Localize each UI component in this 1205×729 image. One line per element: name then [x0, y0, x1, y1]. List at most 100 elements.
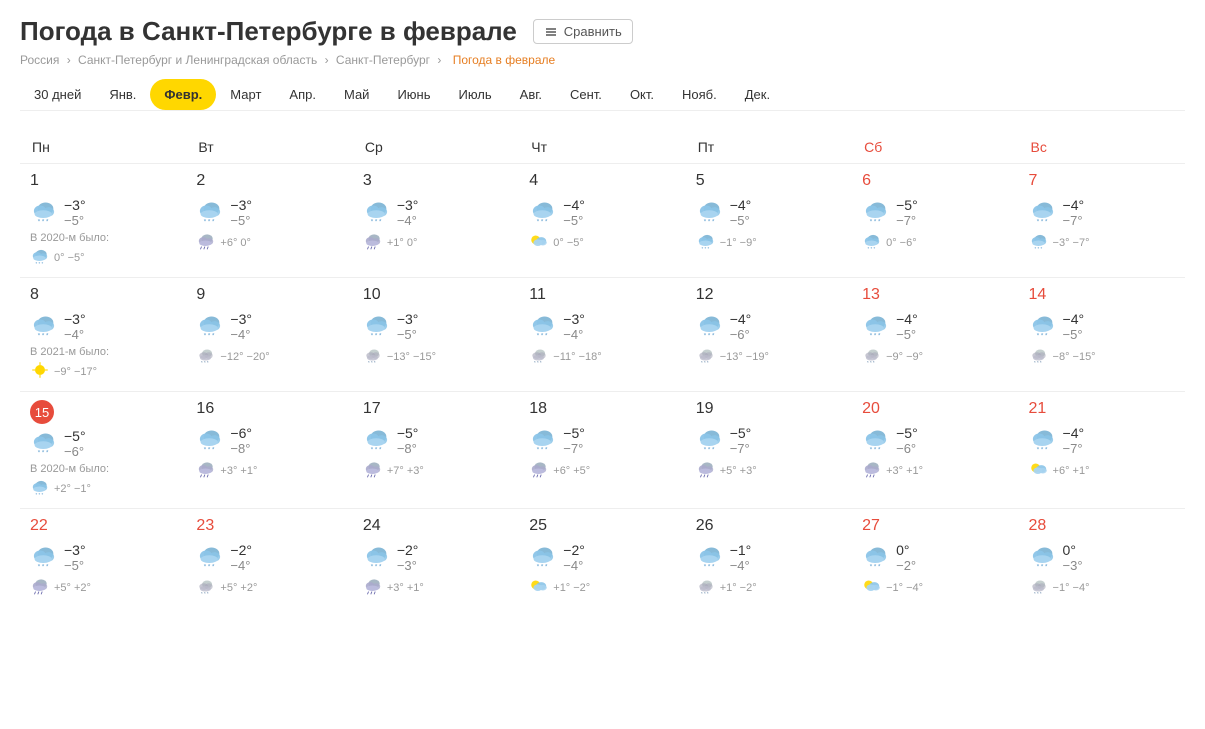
calendar-day[interactable]: 14 * * * −4° −5° * * * −8° −15°: [1019, 278, 1185, 392]
weekday-header: Ср: [353, 131, 519, 164]
calendar-day[interactable]: 16 * * * −6° −8° +3° +1°: [186, 392, 352, 509]
calendar-day[interactable]: 15 * * * −5° −6° В 2020-м было: * * * +2…: [20, 392, 186, 509]
calendar-day[interactable]: 10 * * * −3° −5° * * * −13° −15°: [353, 278, 519, 392]
calendar-day[interactable]: 7 * * * −4° −7° * * * −3° −7°: [1019, 164, 1185, 278]
calendar-day[interactable]: 20 * * * −5° −6° +3° +1°: [852, 392, 1018, 509]
month-nav-item[interactable]: Апр.: [275, 79, 330, 110]
calendar-day[interactable]: 28 * * * 0° −3° * * * −1° −4°: [1019, 509, 1185, 608]
main-weather: * * * −2° −3°: [363, 542, 509, 573]
calendar-day[interactable]: 11 * * * −3° −4° * * * −11° −18°: [519, 278, 685, 392]
historical-temps: +1° −2°: [720, 582, 757, 594]
svg-text:* * *: * * *: [1036, 446, 1047, 453]
month-nav-item[interactable]: Февр.: [150, 79, 216, 110]
historical-weather: * * * −8° −15°: [1029, 345, 1175, 368]
weather-icon: * * *: [862, 425, 890, 456]
calendar-day[interactable]: 23 * * * −2° −4° * * * +5° +2°: [186, 509, 352, 608]
temp-high: −2°: [563, 542, 585, 558]
historical-icon: [1029, 459, 1049, 482]
month-nav-item[interactable]: Нояб.: [668, 79, 731, 110]
historical-label: В 2021-м было:: [30, 346, 176, 358]
weather-calendar: ПнВтСрЧтПтСбВс 1 * * * −3° −5° В 2020-м …: [20, 131, 1185, 607]
month-nav-item[interactable]: Июль: [444, 79, 505, 110]
historical-temps: −9° −17°: [54, 366, 97, 378]
svg-text:* * *: * * *: [703, 446, 714, 453]
day-number: 22: [30, 517, 48, 535]
month-nav-item[interactable]: Авг.: [506, 79, 556, 110]
weather-icon: * * *: [196, 425, 224, 456]
month-nav-item[interactable]: Май: [330, 79, 383, 110]
calendar-day[interactable]: 6 * * * −5° −7° * * * 0° −6°: [852, 164, 1018, 278]
historical-temps: +5° +2°: [54, 582, 91, 594]
calendar-day[interactable]: 22 * * * −3° −5° +5° +2°: [20, 509, 186, 608]
temp-low: −3°: [1063, 558, 1083, 573]
calendar-day[interactable]: 27 * * * 0° −2° −1° −4°: [852, 509, 1018, 608]
temp-high: −4°: [730, 311, 752, 327]
main-weather: * * * −5° −7°: [696, 425, 842, 456]
svg-text:* * *: * * *: [703, 332, 714, 339]
historical-temps: +3° +1°: [220, 465, 257, 477]
historical-weather: +3° +1°: [196, 459, 342, 482]
svg-text:* * *: * * *: [201, 591, 209, 596]
weather-icon: * * *: [363, 197, 391, 228]
temp-low: −5°: [563, 213, 585, 228]
historical-label: В 2020-м было:: [30, 463, 176, 475]
month-nav-item[interactable]: Июнь: [383, 79, 444, 110]
calendar-day[interactable]: 3 * * * −3° −4° +1° 0°: [353, 164, 519, 278]
weather-icon: * * *: [1029, 542, 1057, 573]
svg-text:* * *: * * *: [371, 218, 382, 225]
historical-icon: [363, 576, 383, 599]
calendar-day[interactable]: 17 * * * −5° −8° +7° +3°: [353, 392, 519, 509]
historical-icon: [363, 231, 383, 254]
historical-icon: [862, 576, 882, 599]
calendar-day[interactable]: 2 * * * −3° −5° +6° 0°: [186, 164, 352, 278]
temp-low: −4°: [730, 558, 752, 573]
day-number: 4: [529, 172, 538, 190]
calendar-day[interactable]: 21 * * * −4° −7° +6° +1°: [1019, 392, 1185, 509]
month-nav-item[interactable]: Янв.: [95, 79, 150, 110]
temp-low: −2°: [896, 558, 916, 573]
calendar-day[interactable]: 9 * * * −3° −4° * * * −12° −20°: [186, 278, 352, 392]
temp-high: −3°: [397, 311, 419, 327]
historical-icon: [196, 459, 216, 482]
temp-high: −1°: [730, 542, 752, 558]
calendar-day[interactable]: 13 * * * −4° −5° * * * −9° −9°: [852, 278, 1018, 392]
main-weather: * * * −4° −5°: [696, 197, 842, 228]
historical-temps: −1° −4°: [886, 582, 923, 594]
main-weather: * * * −4° −6°: [696, 311, 842, 342]
month-nav-item[interactable]: Март: [216, 79, 275, 110]
day-number: 6: [862, 172, 871, 190]
calendar-day[interactable]: 5 * * * −4° −5° * * * −1° −9°: [686, 164, 852, 278]
calendar-day[interactable]: 26 * * * −1° −4° * * * +1° −2°: [686, 509, 852, 608]
historical-temps: +6° 0°: [220, 237, 251, 249]
svg-text:* * *: * * *: [870, 563, 881, 570]
temp-high: −4°: [1063, 311, 1085, 327]
calendar-day[interactable]: 24 * * * −2° −3° +3° +1°: [353, 509, 519, 608]
calendar-day[interactable]: 4 * * * −4° −5° 0° −5°: [519, 164, 685, 278]
month-nav-item[interactable]: 30 дней: [20, 79, 95, 110]
svg-text:* * *: * * *: [36, 261, 44, 266]
svg-text:* * *: * * *: [371, 446, 382, 453]
month-nav-item[interactable]: Окт.: [616, 79, 668, 110]
day-number: 13: [862, 286, 880, 304]
temp-high: −3°: [64, 311, 86, 327]
day-number: 12: [696, 286, 714, 304]
weekday-header: Сб: [852, 131, 1018, 164]
calendar-day[interactable]: 12 * * * −4° −6° * * * −13° −19°: [686, 278, 852, 392]
month-nav-item[interactable]: Дек.: [731, 79, 784, 110]
main-weather: * * * −3° −5°: [30, 197, 176, 228]
calendar-day[interactable]: 8 * * * −3° −4° В 2021-м было: −9° −17°: [20, 278, 186, 392]
month-nav-item[interactable]: Сент.: [556, 79, 616, 110]
main-weather: * * * −5° −6°: [862, 425, 1008, 456]
svg-text:* * *: * * *: [1036, 332, 1047, 339]
temp-low: −5°: [397, 327, 419, 342]
historical-temps: −13° −19°: [720, 351, 769, 363]
historical-temps: −3° −7°: [1053, 237, 1090, 249]
calendar-day[interactable]: 25 * * * −2° −4° +1° −2°: [519, 509, 685, 608]
calendar-day[interactable]: 19 * * * −5° −7° +5° +3°: [686, 392, 852, 509]
compare-button[interactable]: Сравнить: [533, 19, 633, 44]
historical-weather: * * * −3° −7°: [1029, 231, 1175, 254]
calendar-day[interactable]: 18 * * * −5° −7° +6° +5°: [519, 392, 685, 509]
historical-icon: * * *: [363, 345, 383, 368]
calendar-day[interactable]: 1 * * * −3° −5° В 2020-м было: * * * 0° …: [20, 164, 186, 278]
temp-low: −5°: [1063, 327, 1085, 342]
